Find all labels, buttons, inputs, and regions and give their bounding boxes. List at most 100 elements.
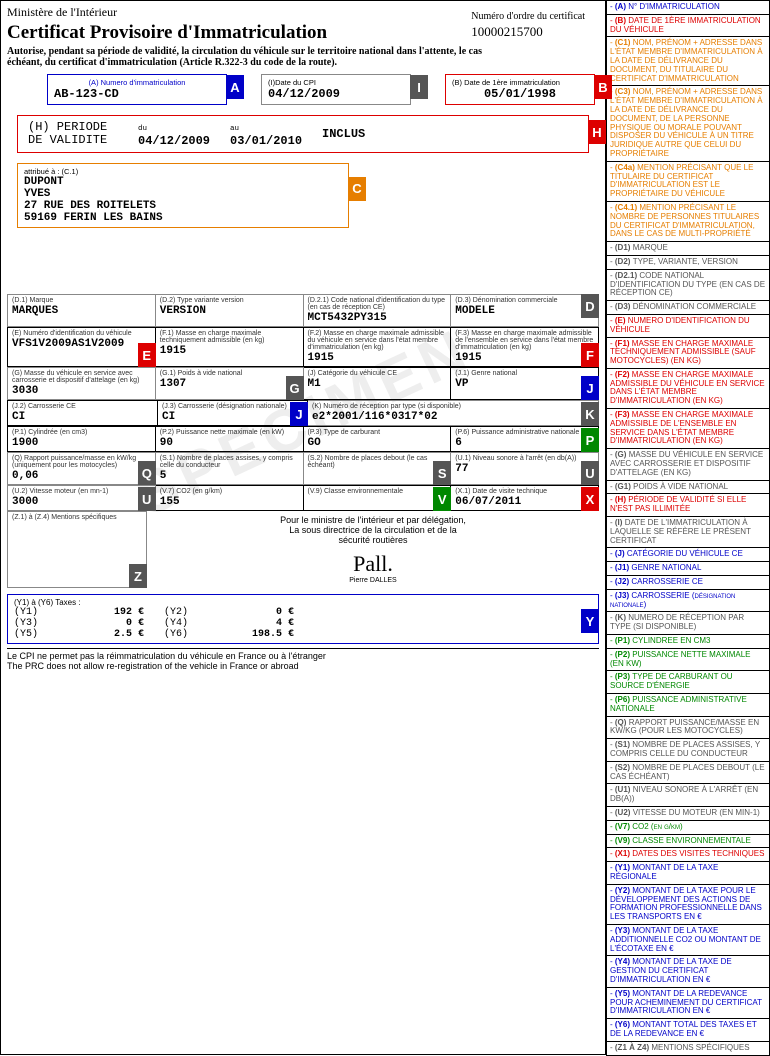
field-I: (I)Date du CPI 04/12/2009 I (261, 74, 411, 105)
field-C-label: attribué à : (C.1) (24, 167, 342, 176)
field-V7: (V.7) CO2 (en g/km)155 (156, 485, 304, 511)
Y3-value: 0 € (74, 618, 144, 629)
legend-item-V7: - (V7) CO2 (en g/km) (606, 820, 770, 835)
legend-item-S2: - (S2) NOMBRE DE PLACES DEBOUT (LE CAS É… (606, 761, 770, 785)
signatory-name: Pierre DALLES (147, 577, 599, 584)
sig-line3: sécurité routières (147, 535, 599, 545)
legend-item-Y5: - (Y5) MONTANT DE LA REDEVANCE POUR ACHE… (606, 987, 770, 1019)
legend-item-F3: - (F3) MASSE EN CHARGE MAXIMALE ADMISSIB… (606, 408, 770, 449)
legend-item-D2: - (D2) TYPE, VARIANTE, VERSION (606, 255, 770, 270)
field-D1: (D.1) MarqueMARQUES (7, 294, 156, 327)
badge-D: D (581, 294, 599, 318)
legend-item-Y4: - (Y4) MONTANT DE LA TAXE DE GESTION DU … (606, 955, 770, 987)
field-H: (H) PERIODE DE VALIDITE du04/12/2009 au0… (17, 115, 589, 153)
badge-G: G (286, 376, 304, 400)
field-D2: (D.2) Type variante versionVERSION (156, 294, 304, 327)
legend-item-C1: - (C1) NOM, PRÉNOM + ADRESSE DANS L'ÉTAT… (606, 36, 770, 86)
legend-item-J1: - (J1) GENRE NATIONAL (606, 561, 770, 576)
legend-item-D1: - (D1) MARQUE (606, 241, 770, 256)
badge-X: X (581, 487, 599, 511)
legend-item-S1: - (S1) NOMBRE DE PLACES ASSISES, Y COMPR… (606, 738, 770, 762)
legend-item-F2: - (F2) MASSE EN CHARGE MAXIMALE ADMISSIB… (606, 368, 770, 409)
legend-item-V9: - (V9) CLASSE ENVIRONNEMENTALE (606, 834, 770, 849)
field-F1: (F.1) Masse en charge maximale technique… (156, 327, 304, 367)
field-U1: (U.1) Niveau sonore à l'arrêt (en db(A))… (451, 452, 599, 485)
legend-item-C4a: - (C4a) MENTION PRÉCISANT QUE LE TITULAI… (606, 161, 770, 202)
legend-item-Y2: - (Y2) MONTANT DE LA TAXE POUR LE DÉVELO… (606, 884, 770, 925)
legend-item-Q: - (Q) RAPPORT PUISSANCE/MASSE EN KW/KG (… (606, 716, 770, 740)
Y6-value: 198.5 € (224, 629, 294, 640)
H-au-label: au (230, 125, 239, 133)
legend-item-B: - (B) DATE DE 1ÈRE IMMATRICULATION DU VÉ… (606, 14, 770, 38)
badge-J: J (581, 376, 599, 400)
legend-item-P3: - (P3) TYPE DE CARBURANT OU SOURCE D'ÉNE… (606, 670, 770, 694)
field-D3: (D.3) Dénomination commercialeMODELE D (451, 294, 599, 327)
field-V9: (V.9) Classe environnementale V (304, 485, 452, 511)
badge-E: E (138, 343, 156, 367)
Y1-value: 192 € (74, 607, 144, 618)
H-au-value: 03/01/2010 (230, 134, 302, 148)
badge-J3: J (290, 402, 308, 426)
badge-I: I (410, 75, 428, 99)
legend-item-C4.1: - (C4.1) MENTION PRÉCISANT LE NOMBRE DE … (606, 201, 770, 242)
field-P2: (P.2) Puissance nette maximale (en kW)90 (156, 426, 304, 452)
legend-panel: - (A) N° D'IMMATRICULATION- (B) DATE DE … (606, 0, 770, 1055)
legend-item-E: - (E) NUMERO D'IDENTIFICATION DU VÉHICUL… (606, 314, 770, 338)
field-A-label: (A) Numero d'immatriculation (54, 78, 220, 87)
field-P6: (P.6) Puissance administrative nationale… (451, 426, 599, 452)
Y2-value: 0 € (224, 607, 294, 618)
badge-C: C (348, 177, 366, 201)
legend-item-C3: - (C3) NOM, PRÉNOM + ADRESSE DANS L'ÉTAT… (606, 85, 770, 161)
legend-item-H: - (H) PÉRIODE DE VALIDITÉ SI ELLE N'EST … (606, 493, 770, 517)
legend-item-F1: - (F1) MASSE EN CHARGE MAXIMALE TECHNIQU… (606, 337, 770, 369)
badge-Q: Q (138, 461, 156, 485)
sig-line2: La sous directrice de la circulation et … (147, 525, 599, 535)
badge-K: K (581, 402, 599, 426)
field-G1: (G.1) Poids à vide national1307 G (156, 367, 304, 400)
legend-item-Y3: - (Y3) MONTANT DE LA TAXE ADDITIONNELLE … (606, 924, 770, 956)
field-F3: (F.3) Masse en charge maximale admissibl… (451, 327, 599, 367)
field-C-value: DUPONT YVES 27 RUE DES ROITELETS 59169 F… (24, 176, 342, 224)
field-A: (A) Numero d'immatriculation AB-123-CD A (47, 74, 227, 105)
Y5-value: 2.5 € (74, 629, 144, 640)
field-J1: (J.1) Genre nationalVP J (451, 367, 599, 400)
sig-line1: Pour le ministre de l'intérieur et par d… (147, 515, 599, 525)
footer-fr: Le CPI ne permet pas la réimmatriculatio… (7, 651, 599, 661)
legend-item-Y6: - (Y6) MONTANT TOTAL DES TAXES ET DE LA … (606, 1018, 770, 1042)
legend-item-J2: - (J2) CARROSSERIE CE (606, 575, 770, 590)
field-K: (K) Numéro de réception par type (si dis… (308, 400, 599, 426)
field-D21: (D.2.1) Code national d'identification d… (304, 294, 452, 327)
field-E: (E) Numéro d'identification du véhiculeV… (7, 327, 156, 367)
badge-Y: Y (581, 609, 599, 633)
legend-item-P2: - (P2) PUISSANCE NETTE MAXIMALE (EN KW) (606, 648, 770, 672)
legend-item-P1: - (P1) CYLINDREE EN CM3 (606, 634, 770, 649)
order-number-label: Numéro d'ordre du certificat (471, 11, 585, 22)
signature-mark: Pall. (147, 551, 599, 577)
legend-item-D3: - (D3) DÉNOMINATION COMMERCIALE (606, 300, 770, 315)
legend-item-A: - (A) N° D'IMMATRICULATION (606, 0, 770, 15)
field-I-label: (I)Date du CPI (268, 78, 404, 87)
header-block: Ministère de l'Intérieur Certificat Prov… (7, 5, 599, 68)
authorization-text: Autorise, pendant sa période de validité… (7, 46, 487, 68)
legend-item-U2: - (U2) VITESSE DU MOTEUR (EN MIN-1) (606, 806, 770, 821)
field-A-value: AB-123-CD (54, 87, 220, 101)
field-J: (J) Catégorie du véhicule CEM1 (304, 367, 452, 400)
order-number-value: 10000215700 (471, 24, 585, 40)
field-F2: (F.2) Masse en charge maximale admissibl… (304, 327, 452, 367)
field-P1: (P.1) Cylindrée (en cm3)1900 (7, 426, 156, 452)
H-du-label: du (138, 125, 147, 133)
Y-header: (Y1) à (Y6) Taxes : (14, 598, 518, 607)
field-G: (G) Masse du véhicule en service avec ca… (7, 367, 156, 400)
certificate-document: SPECIMEN Ministère de l'Intérieur Certif… (0, 0, 606, 1055)
H-title: (H) PERIODE DE VALIDITE (28, 121, 118, 147)
badge-B: B (594, 75, 612, 99)
field-U2: (U.2) Vitesse moteur (en mn-1)3000 U (7, 485, 156, 511)
badge-F: F (581, 343, 599, 367)
legend-item-X1: - (X1) DATES DES VISITES TECHNIQUES (606, 847, 770, 862)
legend-item-J3: - (J3) CARROSSERIE (désignation national… (606, 589, 770, 613)
badge-H: H (588, 120, 606, 144)
order-number-block: Numéro d'ordre du certificat 10000215700 (471, 11, 585, 40)
badge-S: S (433, 461, 451, 485)
field-B-label: (B) Date de 1ère immatriculation (452, 78, 588, 87)
badge-U2: U (138, 487, 156, 511)
